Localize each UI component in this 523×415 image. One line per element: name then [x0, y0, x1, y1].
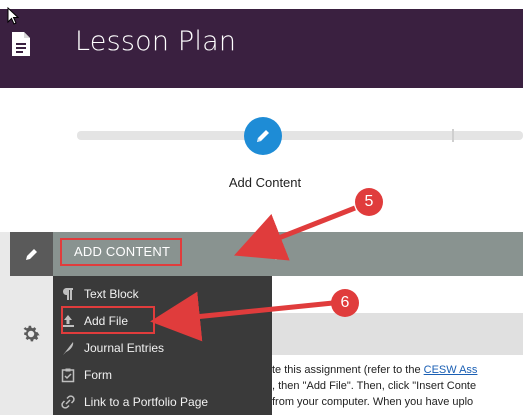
menu-item-journal-entries[interactable]: Journal Entries — [60, 335, 164, 361]
instruction-text: te this assignment (refer to the — [272, 364, 424, 376]
page-title: Lesson Plan — [75, 26, 237, 57]
menu-item-form[interactable]: Form — [60, 362, 112, 388]
link-icon — [60, 394, 80, 410]
add-content-button[interactable]: ADD CONTENT — [60, 238, 182, 266]
menu-item-label: Journal Entries — [84, 341, 165, 355]
pencil-icon — [25, 249, 37, 260]
annotation-badge-6: 6 — [331, 289, 359, 317]
chevron-down-icon[interactable] — [268, 249, 284, 261]
annotation-badge-5: 5 — [355, 188, 383, 216]
menu-item-label: Link to a Portfolio Page — [84, 395, 209, 409]
content-header-strip — [272, 313, 523, 355]
paragraph-icon — [60, 286, 80, 302]
checklist-icon — [60, 367, 80, 383]
mouse-cursor-icon — [7, 7, 19, 25]
gear-icon[interactable] — [20, 323, 42, 345]
top-strip — [0, 0, 523, 9]
progress-divider — [452, 129, 454, 142]
feather-icon — [60, 340, 80, 356]
instruction-line-2: , then "Add File". Then, click "Insert C… — [272, 380, 477, 392]
menu-item-label: Form — [84, 368, 112, 382]
instruction-line-3: from your computer. When you have uplo — [272, 396, 474, 408]
menu-item-text-block[interactable]: Text Block — [60, 281, 139, 307]
menu-item-label: Text Block — [84, 287, 139, 301]
instruction-line-1: te this assignment (refer to the CESW As… — [272, 364, 523, 376]
edit-tab[interactable] — [10, 232, 53, 276]
step-label: Add Content — [228, 175, 302, 190]
highlight-box — [61, 306, 155, 334]
pencil-icon — [257, 130, 269, 142]
step-add-content[interactable] — [244, 117, 282, 155]
progress-track — [77, 131, 523, 140]
cesw-link[interactable]: CESW Ass — [424, 364, 478, 376]
menu-item-link-portfolio[interactable]: Link to a Portfolio Page — [60, 389, 208, 415]
document-icon — [12, 32, 30, 56]
